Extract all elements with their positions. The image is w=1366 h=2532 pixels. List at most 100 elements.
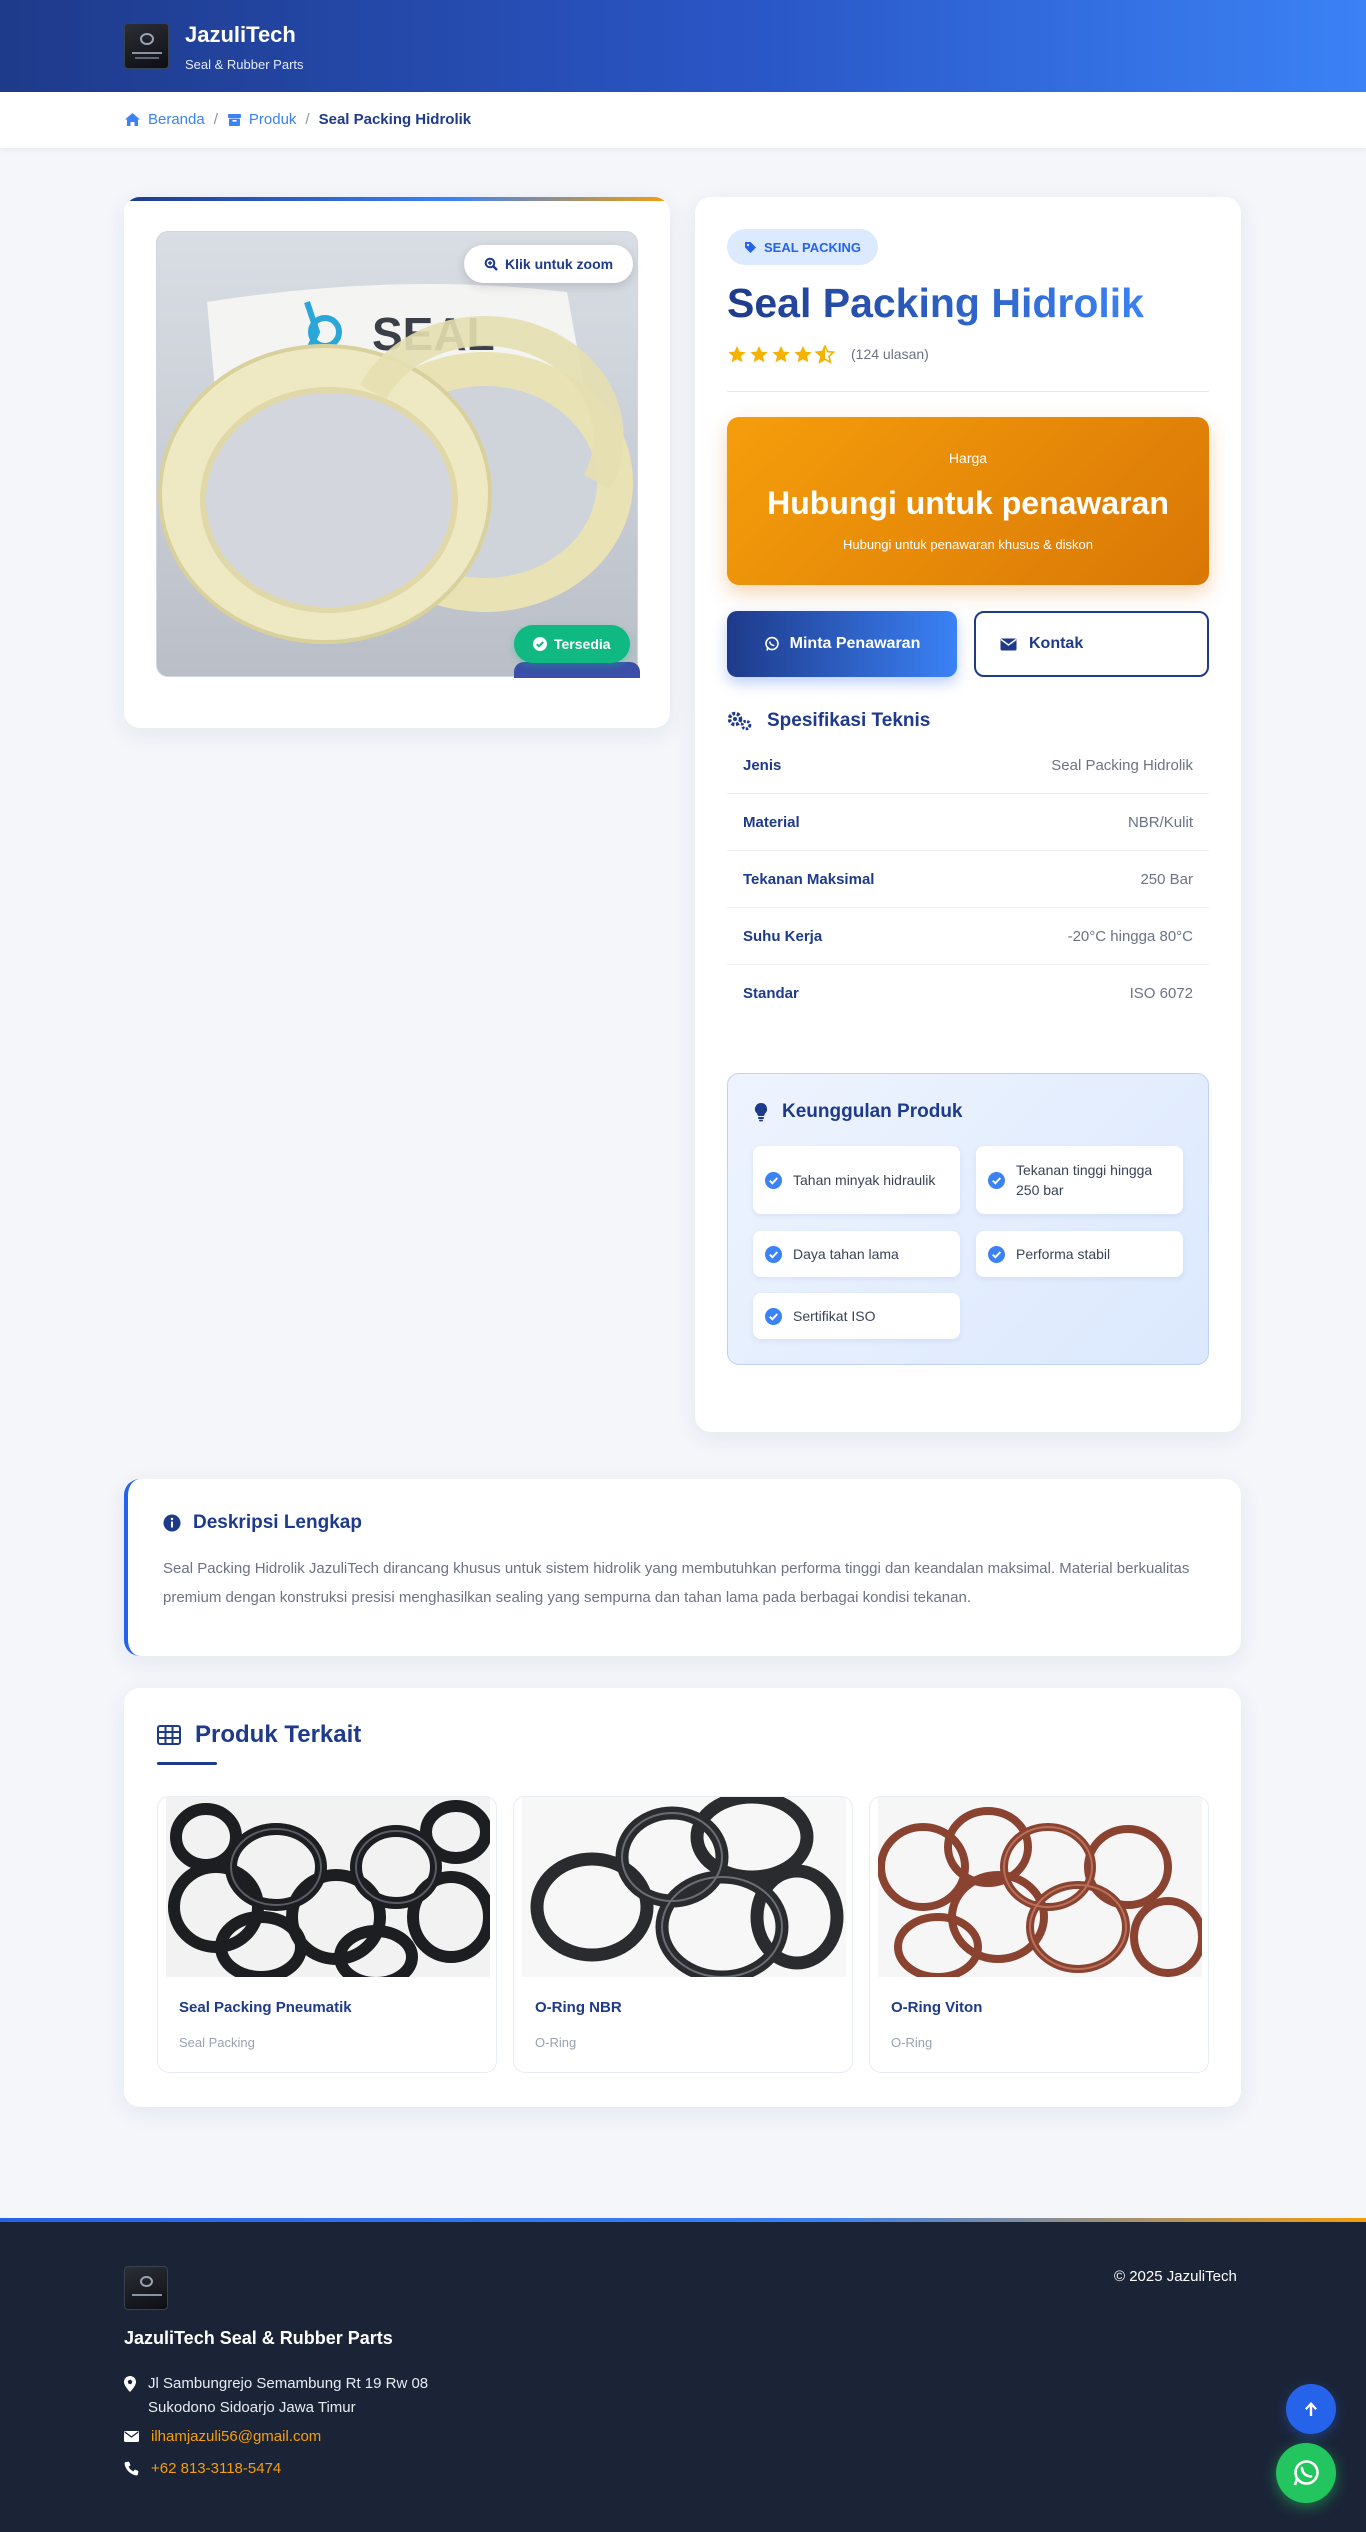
footer-email-link[interactable]: ilhamjazuli56@gmail.com [151,2428,321,2445]
whatsapp-icon [1293,2460,1319,2486]
footer-address: Jl Sambungrejo Semambung Rt 19 Rw 08 Suk… [124,2372,428,2420]
check-circle-icon [765,1245,782,1263]
rating-stars [727,345,835,364]
availability-label: Tersedia [554,636,611,652]
spec-key: Suhu Kerja [743,927,823,945]
spec-value: 250 Bar [1140,870,1193,888]
footer-logo [124,2266,168,2310]
related-product-name[interactable]: O-Ring Viton [891,1999,982,2016]
grid-icon [157,1725,181,1745]
description-heading-label: Deskripsi Lengkap [193,1512,362,1533]
contact-label: Kontak [1029,635,1084,652]
card-accent-line [124,197,670,201]
related-product-item[interactable]: Seal Packing Pneumatik Seal Packing [157,1796,497,2073]
breadcrumb-bar: Beranda / Produk / Seal Packing Hidrolik [0,92,1366,148]
viton-orings-illustration [878,1797,1202,1977]
related-product-image[interactable] [166,1797,490,1977]
zoom-button[interactable]: Klik untuk zoom [464,245,634,283]
check-circle-icon [533,637,547,651]
availability-badge: Tersedia [514,625,630,663]
box-icon [227,113,241,126]
zoom-label: Klik untuk zoom [505,256,614,272]
related-product-name[interactable]: Seal Packing Pneumatik [179,1999,352,2016]
brand-subtitle: Seal & Rubber Parts [185,57,304,72]
star-icon [794,346,812,363]
heading-underline [157,1762,217,1765]
price-label: Harga [948,450,988,466]
gears-icon [727,711,752,731]
footer-address-line2: Sukodono Sidoarjo Jawa Timur [148,2399,356,2416]
advantage-chip: Daya tahan lama [753,1231,960,1277]
spec-value: ISO 6072 [1129,985,1193,1002]
spec-key: Jenis [743,756,782,774]
check-circle-icon [988,1245,1005,1263]
site-footer: JazuliTech Seal & Rubber Parts Jl Sambun… [0,2218,1366,2532]
phone-icon [124,2461,139,2476]
advantages-heading: Keunggulan Produk [754,1101,963,1123]
star-icon [750,346,768,363]
tag-icon [745,241,756,253]
advantage-label: Tekanan tinggi hingga 250 bar [1016,1162,1153,1198]
related-product-category: O-Ring [891,2035,933,2050]
advantage-label: Sertifikat ISO [793,1308,876,1324]
check-circle-icon [765,1307,782,1325]
related-product-image[interactable] [522,1797,846,1977]
breadcrumb-current: Seal Packing Hidrolik [318,111,472,128]
spec-value: NBR/Kulit [1127,813,1193,831]
brand-logo[interactable] [124,23,169,69]
star-icon [772,346,790,363]
spec-row: Jenis Seal Packing Hidrolik [727,737,1209,794]
request-quote-label: Minta Penawaran [789,635,921,652]
brand-title[interactable]: JazuliTech [185,22,296,48]
whatsapp-icon [764,636,779,651]
contact-button[interactable]: Kontak [974,611,1209,677]
price-note: Hubungi untuk penawaran khusus & diskon [842,537,1094,552]
lightbulb-icon [754,1102,768,1122]
footer-copyright: © 2025 JazuliTech [1114,2268,1237,2285]
check-circle-icon [765,1171,782,1189]
spec-value: Seal Packing Hidrolik [1051,756,1193,774]
price-value: Hubungi untuk penawaran [767,485,1169,521]
arrow-up-icon [1305,2402,1317,2416]
breadcrumb-home-link[interactable]: Beranda [148,111,205,128]
spec-row: Standar ISO 6072 [727,965,1209,1022]
breadcrumb-separator: / [305,111,310,128]
related-product-category: Seal Packing [179,2035,255,2050]
related-product-item[interactable]: O-Ring Viton O-Ring [869,1796,1209,2073]
star-half-icon [815,345,835,364]
info-circle-icon [163,1514,181,1532]
related-product-name[interactable]: O-Ring NBR [535,1999,622,2016]
envelope-icon [124,2431,139,2442]
related-products-card: Produk Terkait Seal Packing Pneumatik Se… [124,1688,1241,2107]
scroll-to-top-button[interactable] [1286,2384,1336,2434]
related-product-image[interactable] [878,1797,1202,1977]
advantage-label: Performa stabil [1016,1246,1111,1262]
review-count[interactable]: (124 ulasan) [851,346,929,362]
envelope-icon [1000,638,1017,650]
divider [727,391,1209,392]
advantages-box: Keunggulan Produk Tahan minyak hidraulik… [727,1073,1209,1365]
request-quote-button[interactable]: Minta Penawaran [727,611,957,677]
related-product-category: O-Ring [535,2035,577,2050]
advantage-chip: Sertifikat ISO [753,1293,960,1339]
footer-phone-link[interactable]: +62 813-3118-5474 [151,2460,281,2477]
category-tag[interactable]: SEAL PACKING [727,229,879,265]
specs-heading: Spesifikasi Teknis [727,710,930,732]
breadcrumb: Beranda / Produk / Seal Packing Hidrolik [124,111,471,128]
product-title: Seal Packing Hidrolik [727,280,1144,326]
whatsapp-float-button[interactable] [1276,2443,1336,2503]
spec-key: Material [743,813,800,831]
related-heading: Produk Terkait [157,1721,361,1749]
advantage-label: Tahan minyak hidraulik [793,1172,936,1188]
related-product-item[interactable]: O-Ring NBR O-Ring [513,1796,853,2073]
product-photo[interactable]: SEAL [156,231,638,677]
description-text: Seal Packing Hidrolik JazuliTech diranca… [163,1560,1190,1606]
category-tag-label: SEAL PACKING [764,239,862,255]
footer-email: ilhamjazuli56@gmail.com [124,2428,321,2445]
home-icon [125,113,140,126]
black-seals-illustration [166,1797,490,1977]
specs-heading-label: Spesifikasi Teknis [767,710,931,731]
breadcrumb-products-link[interactable]: Produk [249,111,297,128]
footer-address-line1: Jl Sambungrejo Semambung Rt 19 Rw 08 [148,2375,429,2392]
map-marker-icon [124,2376,136,2392]
